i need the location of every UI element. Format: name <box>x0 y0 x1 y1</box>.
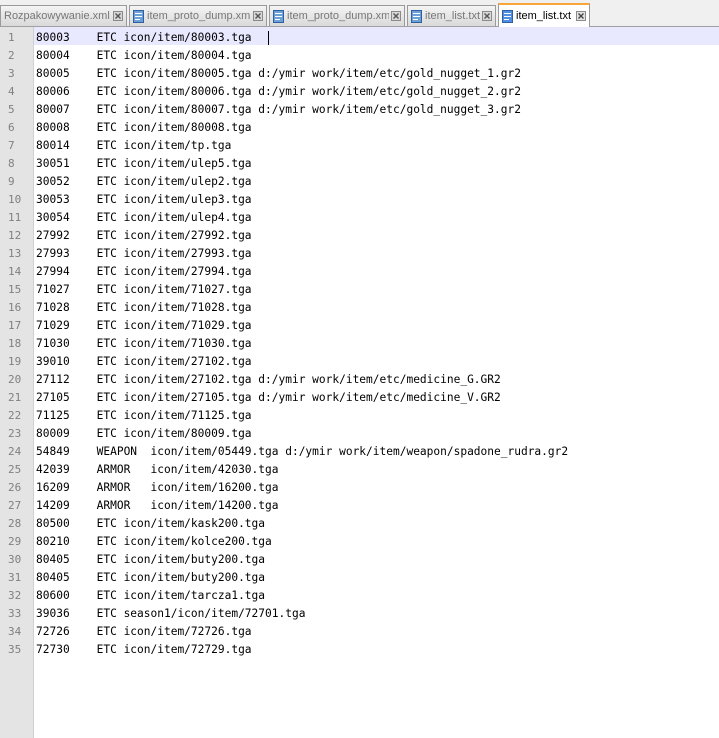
line-number: 4 <box>8 85 15 98</box>
text-caret <box>268 31 269 45</box>
line-number: 12 <box>8 229 22 242</box>
line-number: 18 <box>8 337 22 350</box>
line-number: 19 <box>8 355 22 368</box>
code-line: 71030 ETC icon/item/71030.tga <box>36 337 252 350</box>
code-line: 71029 ETC icon/item/71029.tga <box>36 319 252 332</box>
line-number: 24 <box>8 445 22 458</box>
code-line: 39010 ETC icon/item/27102.tga <box>36 355 252 368</box>
line-number: 7 <box>8 139 15 152</box>
tab-label: item_list.txt <box>425 10 480 22</box>
code-line: 14209 ARMOR icon/item/14200.tga <box>36 499 279 512</box>
text-area[interactable]: 80003 ETC icon/item/80003.tga 80004 ETC i… <box>34 27 719 738</box>
file-icon <box>273 9 284 23</box>
code-line: 80014 ETC icon/item/tp.tga <box>36 139 232 152</box>
line-number: 23 <box>8 427 22 440</box>
line-number: 16 <box>8 301 22 314</box>
close-icon[interactable] <box>482 11 492 21</box>
line-number: 11 <box>8 211 22 224</box>
tab-label: item_proto_dump.xml <box>287 10 389 22</box>
code-line: 80009 ETC icon/item/80009.tga <box>36 427 252 440</box>
line-number: 35 <box>8 643 22 656</box>
code-line: 39036 ETC season1/icon/item/72701.tga <box>36 607 306 620</box>
code-line: 80008 ETC icon/item/80008.tga <box>36 121 252 134</box>
line-number: 26 <box>8 481 22 494</box>
code-line: 27112 ETC icon/item/27102.tga d:/ymir wo… <box>36 373 501 386</box>
tab-bar: Rozpakowywanie.xml item_proto_dump.xml i… <box>0 0 719 27</box>
tab-rozpakowywanie[interactable]: Rozpakowywanie.xml <box>0 5 127 26</box>
close-icon[interactable] <box>391 11 401 21</box>
line-number: 15 <box>8 283 22 296</box>
code-line: 54849 WEAPON icon/item/05449.tga d:/ymir… <box>36 445 569 458</box>
code-line: 27993 ETC icon/item/27993.tga <box>36 247 252 260</box>
line-number: 32 <box>8 589 22 602</box>
code-line: 30051 ETC icon/item/ulep5.tga <box>36 157 252 170</box>
code-line: 80005 ETC icon/item/80005.tga d:/ymir wo… <box>36 67 521 80</box>
line-number: 6 <box>8 121 15 134</box>
line-number: 27 <box>8 499 22 512</box>
line-number: 8 <box>8 157 15 170</box>
line-number: 33 <box>8 607 22 620</box>
line-number: 3 <box>8 67 15 80</box>
tab-label: item_list.txt <box>516 10 572 22</box>
code-line: 30053 ETC icon/item/ulep3.tga <box>36 193 252 206</box>
line-number: 13 <box>8 247 22 260</box>
tab-item-list-1[interactable]: item_list.txt <box>407 5 496 26</box>
close-icon[interactable] <box>576 11 586 21</box>
line-number: 20 <box>8 373 22 386</box>
line-number: 29 <box>8 535 22 548</box>
code-line: 27992 ETC icon/item/27992.tga <box>36 229 252 242</box>
code-line: 80210 ETC icon/item/kolce200.tga <box>36 535 272 548</box>
line-number: 17 <box>8 319 22 332</box>
file-icon <box>133 9 144 23</box>
line-number: 34 <box>8 625 22 638</box>
code-line: 30052 ETC icon/item/ulep2.tga <box>36 175 252 188</box>
line-number: 1 <box>8 31 15 44</box>
tab-item-list-2[interactable]: item_list.txt <box>498 3 590 27</box>
code-line: 30054 ETC icon/item/ulep4.tga <box>36 211 252 224</box>
tab-item-proto-dump-1[interactable]: item_proto_dump.xml <box>129 5 267 26</box>
code-line: 80600 ETC icon/item/tarcza1.tga <box>36 589 266 602</box>
line-number: 28 <box>8 517 22 530</box>
line-number: 5 <box>8 103 15 116</box>
file-icon <box>502 9 513 23</box>
code-line: 71027 ETC icon/item/71027.tga <box>36 283 252 296</box>
code-line: 72730 ETC icon/item/72729.tga <box>36 643 252 656</box>
line-number: 2 <box>8 49 15 62</box>
code-line: 42039 ARMOR icon/item/42030.tga <box>36 463 279 476</box>
code-line: 80006 ETC icon/item/80006.tga d:/ymir wo… <box>36 85 521 98</box>
editor[interactable]: 1 2 3 4 5 6 7 8 9 10 11 12 13 14 15 16 17 18 19 20 21 22 23 24 2… <box>0 27 719 738</box>
code-line: 80003 ETC icon/item/80003.tga <box>36 31 252 44</box>
line-number: 21 <box>8 391 22 404</box>
code-line: 27994 ETC icon/item/27994.tga <box>36 265 252 278</box>
code-line: 27105 ETC icon/item/27105.tga d:/ymir wo… <box>36 391 501 404</box>
line-number: 22 <box>8 409 22 422</box>
line-number: 14 <box>8 265 22 278</box>
close-icon[interactable] <box>253 11 263 21</box>
code-line: 72726 ETC icon/item/72726.tga <box>36 625 252 638</box>
line-number-gutter: 1 2 3 4 5 6 7 8 9 10 11 12 13 14 15 16 17 18 19 20 21 22 23 24 2… <box>0 27 34 738</box>
code-line: 71125 ETC icon/item/71125.tga <box>36 409 252 422</box>
tab-label: item_proto_dump.xml <box>147 10 251 22</box>
code-line: 80405 ETC icon/item/buty200.tga <box>36 553 266 566</box>
tab-label: Rozpakowywanie.xml <box>4 10 110 22</box>
line-number: 31 <box>8 571 22 584</box>
code-line: 16209 ARMOR icon/item/16200.tga <box>36 481 279 494</box>
line-number: 10 <box>8 193 22 206</box>
line-number: 30 <box>8 553 22 566</box>
code-line: 80500 ETC icon/item/kask200.tga <box>36 517 266 530</box>
code-line: 80007 ETC icon/item/80007.tga d:/ymir wo… <box>36 103 521 116</box>
close-icon[interactable] <box>113 11 123 21</box>
code-line: 71028 ETC icon/item/71028.tga <box>36 301 252 314</box>
file-icon <box>411 9 422 23</box>
line-number: 25 <box>8 463 22 476</box>
code-line: 80405 ETC icon/item/buty200.tga <box>36 571 266 584</box>
line-number: 9 <box>8 175 15 188</box>
code-line: 80004 ETC icon/item/80004.tga <box>36 49 252 62</box>
tab-item-proto-dump-2[interactable]: item_proto_dump.xml <box>269 5 405 26</box>
